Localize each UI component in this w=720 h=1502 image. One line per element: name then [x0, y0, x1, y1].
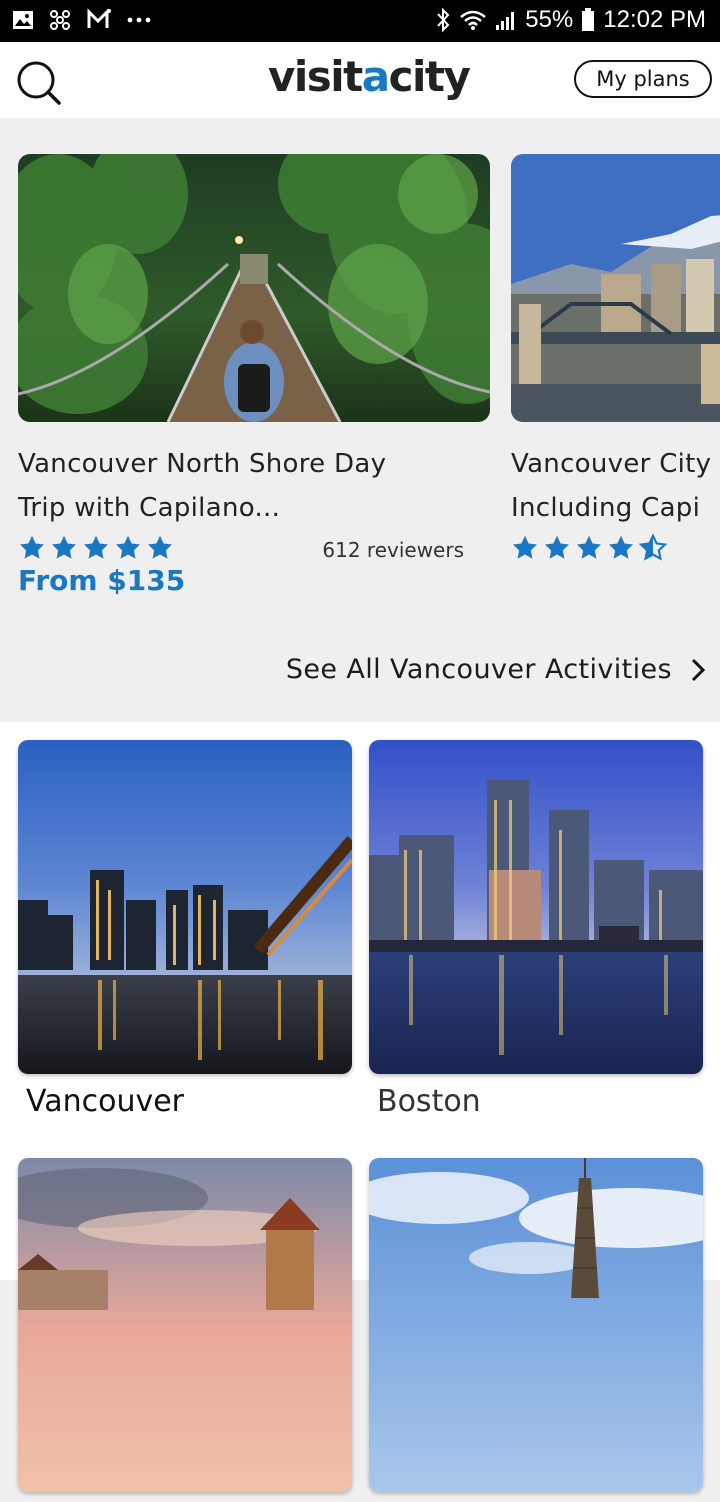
pinwheel-icon	[50, 10, 70, 30]
star-icon	[51, 535, 77, 559]
star-icon	[83, 535, 109, 559]
search-button[interactable]	[16, 60, 62, 106]
city-card-vancouver[interactable]: Vancouver	[18, 740, 352, 1119]
battery-percent: 55%	[525, 6, 574, 33]
city-card-lucerne[interactable]	[18, 1158, 352, 1502]
city-photo-boston[interactable]	[369, 740, 703, 1074]
reviewers-count: 612 reviewers	[322, 538, 464, 562]
star-icon	[115, 535, 141, 559]
city-name: Vancouver	[26, 1084, 184, 1119]
activity-price: From $135	[18, 564, 186, 597]
activity-card[interactable]: Vancouver City Including Capi	[511, 154, 720, 562]
star-icon	[608, 535, 634, 559]
see-all-activities-link[interactable]: See All Vancouver Activities	[286, 654, 706, 685]
activity-title-line2: Including Capi	[511, 493, 701, 523]
gallery-icon	[13, 11, 33, 29]
bluetooth-icon	[437, 8, 450, 32]
status-bar: 55% 12:02 PM	[0, 0, 720, 42]
app-header: visitacity My plans	[0, 42, 720, 118]
activity-title-line2: Trip with Capilano...	[18, 493, 281, 523]
star-icon	[544, 535, 570, 559]
activity-title-line1: Vancouver North Shore Day	[18, 449, 387, 479]
star-icon	[19, 535, 45, 559]
city-name: Boston	[377, 1084, 481, 1119]
logo-prefix: visit	[268, 52, 363, 101]
logo-accent: a	[361, 52, 390, 101]
chevron-right-icon	[691, 658, 706, 681]
clock: 12:02 PM	[603, 6, 706, 33]
activity-photo-suspension-bridge[interactable]	[18, 154, 490, 422]
battery-icon	[582, 8, 595, 31]
city-card-paris[interactable]	[369, 1158, 703, 1502]
wifi-icon	[460, 10, 487, 30]
my-plans-button[interactable]: My plans	[574, 60, 712, 98]
more-dots-icon	[127, 17, 151, 23]
city-photo-vancouver[interactable]	[18, 740, 352, 1074]
activity-card[interactable]: Vancouver North Shore Day Trip with Capi…	[18, 154, 490, 597]
star-icon	[576, 535, 602, 559]
visitacity-logo[interactable]: visitacity	[268, 52, 471, 101]
star-icon	[512, 535, 538, 559]
logo-suffix: city	[388, 52, 471, 101]
signal-icon	[496, 12, 515, 30]
gmail-icon	[87, 8, 111, 28]
half-star-icon	[639, 534, 667, 561]
cities-grid: Vancouver Boston	[0, 722, 720, 1492]
activity-title-line1: Vancouver City	[511, 449, 712, 479]
star-icon	[147, 535, 173, 559]
activity-title[interactable]: Vancouver City Including Capi	[511, 442, 720, 530]
search-icon	[17, 61, 61, 105]
city-photo-paris[interactable]	[369, 1158, 703, 1492]
star-rating	[511, 534, 720, 562]
activity-title[interactable]: Vancouver North Shore Day Trip with Capi…	[18, 442, 490, 530]
activity-photo-vancouver-bridge[interactable]	[511, 154, 720, 422]
see-all-label: See All Vancouver Activities	[285, 654, 672, 685]
city-photo-lucerne[interactable]	[18, 1158, 352, 1492]
activities-carousel[interactable]: Vancouver North Shore Day Trip with Capi…	[0, 118, 720, 722]
city-card-boston[interactable]: Boston	[369, 740, 703, 1119]
